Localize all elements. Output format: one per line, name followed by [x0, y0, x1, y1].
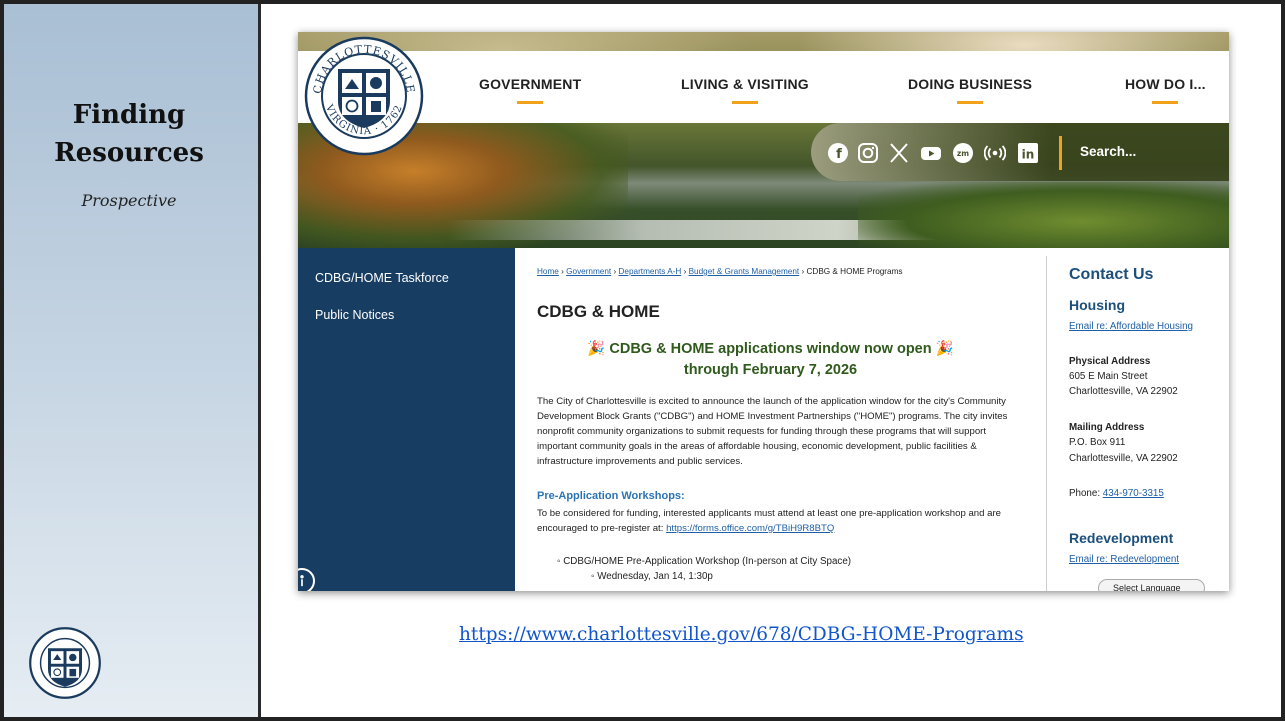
mailing-address-label: Mailing Address: [1069, 422, 1145, 433]
workshop-list-item: ◦ CDBG/HOME Pre-Application Workshop (In…: [557, 556, 851, 567]
nav-government[interactable]: GOVERNMENT: [479, 76, 581, 104]
announcement: 🎉 CDBG & HOME applications window now op…: [537, 339, 1004, 381]
sidebar-item-public-notices[interactable]: Public Notices: [315, 308, 394, 322]
nav-living-visiting[interactable]: LIVING & VISITING: [681, 76, 809, 104]
city-seal-icon: [29, 627, 101, 699]
website-screenshot: GOVERNMENT LIVING & VISITING DOING BUSIN…: [298, 32, 1229, 591]
search-divider: [1059, 136, 1062, 170]
phone-line: Phone: 434-970-3315: [1069, 488, 1164, 499]
nav-how-do-i[interactable]: HOW DO I...: [1125, 76, 1206, 104]
housing-email-link[interactable]: Email re: Affordable Housing: [1069, 321, 1193, 332]
physical-address-label: Physical Address: [1069, 356, 1151, 367]
contact-heading: Contact Us: [1069, 266, 1154, 283]
workshops-paragraph: To be considered for funding, interested…: [537, 506, 1027, 536]
mailing-address-line1: P.O. Box 911: [1069, 437, 1126, 448]
phone-label: Phone:: [1069, 488, 1103, 499]
podcast-icon[interactable]: [983, 142, 1007, 164]
page-title: CDBG & HOME: [537, 302, 660, 321]
slide-border-top: [258, 0, 1285, 4]
intro-paragraph: The City of Charlottesville is excited t…: [537, 396, 1008, 467]
svg-text:f: f: [836, 147, 842, 162]
slide-border-right: [1281, 0, 1285, 721]
breadcrumb-home[interactable]: Home: [537, 267, 559, 276]
workshop-item-text: CDBG/HOME Pre-Application Workshop (In-p…: [563, 556, 852, 567]
nav-underline: [731, 101, 758, 104]
sidebar-item-taskforce[interactable]: CDBG/HOME Taskforce: [315, 271, 449, 285]
housing-heading: Housing: [1069, 297, 1125, 313]
search-input[interactable]: Search...: [1080, 144, 1136, 159]
workshop-sub-text: Wednesday, Jan 14, 1:30p: [597, 571, 713, 582]
breadcrumb: Home › Government › Departments A-H › Bu…: [537, 267, 903, 276]
nav-doing-business[interactable]: DOING BUSINESS: [908, 76, 1032, 104]
slide-divider: [258, 0, 261, 721]
preregister-link[interactable]: https://forms.office.com/g/TBiH9R8BTQ: [666, 523, 834, 534]
phone-link[interactable]: 434-970-3315: [1103, 488, 1164, 499]
linkedin-icon[interactable]: in: [1017, 142, 1039, 164]
svg-text:in: in: [1022, 148, 1035, 162]
workshop-sub-item: ◦ Wednesday, Jan 14, 1:30p: [591, 571, 713, 582]
nav-underline: [1152, 101, 1179, 104]
announcement-line2: through February 7, 2026: [683, 362, 858, 378]
city-logo[interactable]: CHARLOTTESVILLE VIRGINIA · 1762: [303, 35, 425, 157]
nav-underline: [517, 101, 544, 104]
breadcrumb-separator: ›: [561, 267, 564, 276]
redevelopment-heading: Redevelopment: [1069, 530, 1174, 546]
slide-url-link[interactable]: https://www.charlottesville.gov/678/CDBG…: [459, 624, 1024, 645]
announcement-line1: 🎉 CDBG & HOME applications window now op…: [587, 341, 954, 357]
breadcrumb-government[interactable]: Government: [566, 267, 611, 276]
slide-title-line2: Resources: [54, 138, 204, 168]
nav-government-label: GOVERNMENT: [479, 76, 582, 92]
mailing-address-line2: Charlottesville, VA 22902: [1069, 453, 1178, 464]
hero-foliage-right: [858, 182, 1229, 248]
physical-address-line1: 605 E Main Street: [1069, 371, 1148, 382]
redevelopment-email-link[interactable]: Email re: Redevelopment: [1069, 554, 1179, 565]
slide-border-bottom: [258, 717, 1285, 721]
facebook-icon[interactable]: f: [827, 142, 849, 164]
breadcrumb-separator: ›: [613, 267, 617, 276]
workshops-heading: Pre-Application Workshops:: [537, 490, 685, 502]
slide-subtitle: Prospective: [81, 191, 177, 210]
breadcrumb-budget[interactable]: Budget & Grants Management: [689, 267, 800, 276]
nav-living-label: LIVING & VISITING: [681, 76, 809, 92]
x-icon[interactable]: [888, 142, 910, 164]
youtube-icon[interactable]: [920, 142, 942, 164]
svg-text:zm: zm: [957, 149, 969, 158]
zoom-icon[interactable]: zm: [952, 142, 974, 164]
column-divider: [1046, 256, 1047, 591]
breadcrumb-departments[interactable]: Departments A-H: [619, 267, 682, 276]
breadcrumb-separator: ›: [801, 267, 805, 276]
instagram-icon[interactable]: [857, 142, 879, 164]
slide-title-line1: Finding: [72, 100, 186, 130]
nav-business-label: DOING BUSINESS: [908, 76, 1033, 92]
language-select[interactable]: Select Language: [1098, 579, 1205, 591]
slide-title: Finding Resources: [20, 96, 238, 172]
nav-how-label: HOW DO I...: [1125, 76, 1206, 92]
physical-address-line2: Charlottesville, VA 22902: [1069, 386, 1178, 397]
breadcrumb-separator: ›: [683, 267, 687, 276]
sidebar: [298, 248, 515, 591]
nav-underline: [957, 101, 984, 104]
breadcrumb-current: CDBG & HOME Programs: [806, 267, 903, 276]
